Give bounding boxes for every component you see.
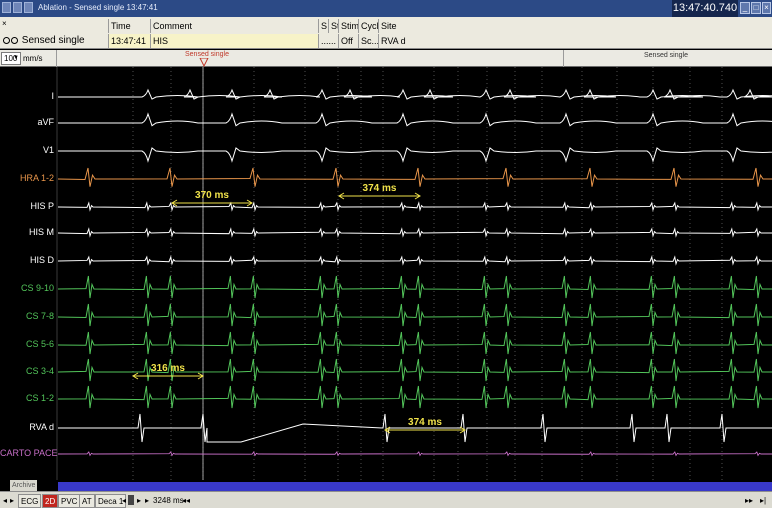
egm-trace-cs-5-6 — [57, 331, 772, 355]
stim-header: Stim — [338, 19, 358, 33]
window-icon[interactable] — [13, 2, 22, 13]
archive-label: Archive — [10, 480, 38, 491]
tab-2d[interactable]: 2D — [42, 494, 59, 508]
scroll-right-icon[interactable]: ▸ — [10, 495, 14, 506]
stim-value[interactable]: Off — [338, 34, 358, 48]
egm-trace-his-d — [57, 255, 772, 266]
lead-label[interactable]: HIS P — [0, 201, 54, 211]
time-header: Time — [108, 19, 150, 33]
close-icon[interactable]: × — [762, 2, 771, 14]
window-icon[interactable] — [24, 2, 33, 13]
egm-tracing-area[interactable]: 370 ms 374 ms 316 ms 374 ms IaVF V1 HRA 1-2 HI… — [0, 67, 772, 480]
fast-forward-icon[interactable]: ▸▸ — [745, 495, 753, 506]
time-window-value: 3248 ms — [153, 496, 184, 505]
chevron-down-icon[interactable]: ▼ — [12, 53, 20, 64]
app-menu-icon[interactable] — [2, 2, 11, 13]
lead-label[interactable]: HIS D — [0, 255, 54, 265]
minimize-button[interactable]: _ — [740, 2, 750, 14]
title-bar: Ablation - Sensed single 13:47:41 13:47:… — [0, 0, 772, 17]
lead-label[interactable]: CARTO PACE — [0, 448, 58, 458]
clock-display: 13:47:40.740 — [672, 0, 738, 17]
site-value[interactable]: RVA d — [378, 34, 408, 48]
lead-label[interactable]: CS 5-6 — [0, 339, 54, 349]
egm-trace-his-p — [57, 201, 772, 212]
sensed-marker-label-right[interactable]: Sensed single — [644, 52, 688, 59]
lead-label[interactable]: I — [0, 91, 54, 101]
comment-header: Comment — [150, 19, 318, 33]
lead-label[interactable]: HIS M — [0, 227, 54, 237]
ep-recording-window: Ablation - Sensed single 13:47:41 13:47:… — [0, 0, 772, 508]
st-header: St — [328, 19, 338, 33]
egm-trace-cs-7-8 — [57, 303, 772, 327]
s-header: S — [318, 19, 328, 33]
caliper-measurement-label[interactable]: 316 ms — [151, 363, 185, 374]
egm-trace-avf — [58, 112, 772, 127]
close-panel-icon[interactable]: × — [2, 19, 7, 28]
scroll-left-icon[interactable]: ◂ — [3, 495, 7, 506]
step-back-icon[interactable]: ◂ — [122, 495, 126, 506]
egm-trace-hra-1-2 — [57, 167, 772, 187]
sweep-speed-unit: mm/s — [23, 54, 43, 63]
circle-icon — [11, 37, 18, 44]
egm-trace-cs-9-10 — [57, 275, 772, 299]
event-name: Sensed single — [3, 34, 85, 48]
lead-label[interactable]: V1 — [0, 145, 54, 155]
bottom-toolbar: ◂ ▸ ECG 2D PVC AT Deca 1 ◂ ▸ ▸ 3248 ms ◂… — [0, 491, 772, 508]
sensed-marker-label[interactable]: Sensed single — [185, 51, 229, 58]
tab-at[interactable]: AT — [79, 494, 95, 508]
rewind-icon[interactable]: ◂◂ — [182, 495, 190, 506]
timeline-scrollbar[interactable] — [0, 480, 772, 491]
s-value[interactable]: ...... — [318, 34, 338, 48]
sweep-speed-select[interactable]: 100 ▼ — [1, 52, 21, 65]
egm-trace-cs-1-2 — [57, 385, 772, 409]
caliper-measurement-label[interactable]: 374 ms — [363, 183, 397, 194]
divider — [563, 50, 564, 67]
end-icon[interactable]: ▸| — [760, 495, 766, 506]
stop-icon[interactable] — [128, 495, 134, 505]
step-forward-icon[interactable]: ▸ — [137, 495, 141, 506]
lead-label[interactable]: CS 7-8 — [0, 311, 54, 321]
lead-label[interactable]: CS 9-10 — [0, 283, 54, 293]
event-info-panel: × Sensed single Time Comment S St Stim C… — [0, 17, 772, 49]
play-icon[interactable]: ▸ — [145, 495, 149, 506]
window-title: Ablation - Sensed single 13:47:41 — [38, 3, 158, 12]
caliper-measurement-label[interactable]: 370 ms — [195, 190, 229, 201]
marker-flag-icon[interactable] — [199, 58, 209, 67]
circle-icon — [3, 37, 10, 44]
lead-label[interactable]: CS 1-2 — [0, 393, 54, 403]
tab-ecg[interactable]: ECG — [18, 494, 42, 508]
egm-trace-v1 — [58, 147, 772, 163]
egm-trace-his-m — [57, 227, 772, 238]
lead-label[interactable]: HRA 1-2 — [0, 173, 54, 183]
lead-label[interactable]: aVF — [0, 117, 54, 127]
comment-value[interactable]: HIS — [150, 34, 318, 48]
caliper-measurement-label[interactable]: 374 ms — [408, 417, 442, 428]
egm-trace-i — [58, 88, 772, 100]
lead-label[interactable]: RVA d — [0, 422, 54, 432]
tab-pvc[interactable]: PVC — [58, 494, 81, 508]
timeline-track[interactable] — [58, 482, 772, 491]
divider — [56, 50, 57, 67]
maximize-button[interactable]: □ — [751, 2, 761, 14]
egm-traces[interactable]: 370 ms 374 ms 316 ms 374 ms — [0, 67, 772, 480]
speed-toolbar: 100 ▼ mm/s Sensed single Sensed single — [0, 50, 772, 67]
cycle-value[interactable]: Sc... — [358, 34, 378, 48]
egm-trace-carto-pace — [57, 451, 772, 457]
time-value[interactable]: 13:47:41 — [108, 34, 150, 48]
site-header: Site — [378, 19, 772, 33]
event-name-label: Sensed single — [21, 35, 85, 46]
cycle-header: Cycle — [358, 19, 378, 33]
lead-label[interactable]: CS 3-4 — [0, 366, 54, 376]
